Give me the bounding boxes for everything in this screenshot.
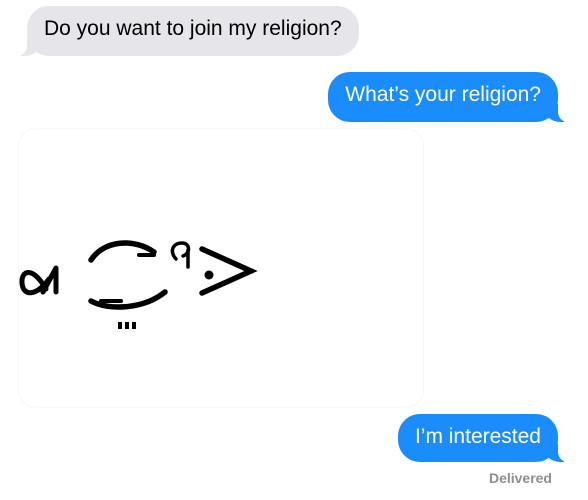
fish-text-art-image xyxy=(19,240,258,329)
fish-eye xyxy=(204,270,214,280)
incoming-message-bubble[interactable]: Do you want to join my religion? xyxy=(17,6,359,56)
fish-dot xyxy=(125,322,129,329)
outgoing-message-bubble[interactable]: What’s your religion? xyxy=(328,72,568,122)
message-text: Do you want to join my religion? xyxy=(44,17,342,40)
delivery-status: Delivered xyxy=(488,470,552,486)
message-text: What’s your religion? xyxy=(345,83,541,106)
fish-fin xyxy=(170,241,191,261)
outgoing-message-bubble[interactable]: I’m interested xyxy=(397,414,569,462)
fish-dot xyxy=(132,322,136,329)
fish-dot xyxy=(118,322,122,329)
message-text: I’m interested xyxy=(414,425,541,448)
image-message[interactable] xyxy=(18,128,424,408)
fish-body-top xyxy=(88,240,157,263)
fish-tail-stroke xyxy=(40,265,59,295)
